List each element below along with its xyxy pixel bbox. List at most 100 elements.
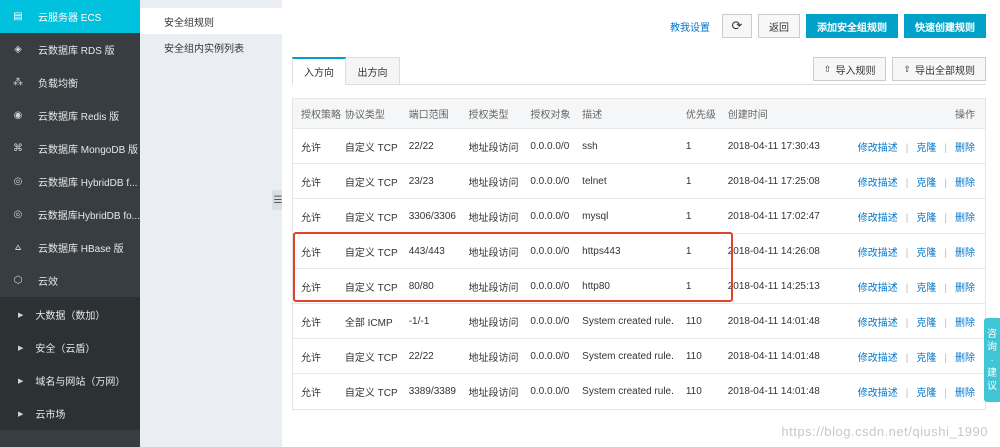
import-rules-button[interactable]: ⇧ 导入规则	[812, 57, 887, 81]
tab-inbound[interactable]: 入方向	[292, 57, 346, 85]
edit-description-link[interactable]: 修改描述	[858, 388, 898, 399]
cell-created: 2018-04-11 14:01:48	[727, 350, 820, 362]
clone-link[interactable]: 克隆	[916, 248, 936, 259]
delete-link[interactable]: 删除	[955, 213, 975, 224]
feedback-float-tab[interactable]: 咨询 · 建议	[984, 318, 1000, 402]
sidebar-item[interactable]: ⬡ 云效	[0, 264, 140, 297]
delete-link[interactable]: 删除	[955, 353, 975, 364]
refresh-icon: ⟳	[731, 18, 743, 33]
table-row: 允许 自定义 TCP 3306/3306 地址段访问 0.0.0.0/0 mysql 1 20…	[293, 199, 985, 234]
refresh-button[interactable]: ⟳	[722, 14, 752, 38]
sidebar-group-label: 大数据（数加）	[35, 311, 106, 322]
edit-description-link[interactable]: 修改描述	[858, 178, 898, 189]
cell-auth-type: 地址段访问	[468, 247, 519, 259]
quick-create-rule-button[interactable]: 快速创建规则	[904, 14, 986, 38]
clone-link[interactable]: 克隆	[916, 178, 936, 189]
delete-link[interactable]: 删除	[955, 318, 975, 329]
subnav-item[interactable]: 安全组内实例列表	[140, 34, 282, 60]
cell-protocol: 自定义 TCP	[344, 177, 398, 189]
sidebar-item[interactable]: ▤ 云服务器 ECS	[0, 0, 140, 33]
row-actions: 修改描述 | 克隆 | 删除	[847, 384, 985, 399]
delete-link[interactable]: 删除	[955, 178, 975, 189]
action-separator: |	[944, 142, 947, 154]
table-row: 允许 全部 ICMP -1/-1 地址段访问 0.0.0.0/0 System creat…	[293, 304, 985, 339]
cell-target: 0.0.0.0/0	[530, 245, 570, 257]
cell-auth-type: 地址段访问	[468, 352, 519, 364]
sidebar-item[interactable]: ⁂ 负载均衡	[0, 66, 140, 99]
add-rule-button[interactable]: 添加安全组规则	[806, 14, 898, 38]
column-header: 操作	[955, 110, 975, 121]
subnav-item[interactable]: 安全组规则	[140, 8, 282, 34]
sidebar-group[interactable]: ▶ 云市场	[0, 397, 140, 430]
feedback-char: 咨	[987, 328, 997, 340]
delete-link[interactable]: 删除	[955, 248, 975, 259]
mongodb-icon: ⌘	[13, 143, 23, 154]
cell-port: 3306/3306	[408, 210, 456, 222]
clone-link[interactable]: 克隆	[916, 318, 936, 329]
cell-auth-type: 地址段访问	[468, 212, 519, 224]
cell-policy: 允许	[301, 352, 321, 364]
sidebar-group[interactable]: ▶ 域名与网站（万网）	[0, 364, 140, 397]
action-separator: |	[905, 247, 909, 259]
cell-protocol: 自定义 TCP	[344, 352, 398, 364]
caret-right-icon: ▶	[18, 311, 24, 319]
edit-description-link[interactable]: 修改描述	[858, 318, 898, 329]
cell-target: 0.0.0.0/0	[530, 140, 570, 152]
cell-target: 0.0.0.0/0	[530, 175, 570, 187]
table-row: 允许 自定义 TCP 3389/3389 地址段访问 0.0.0.0/0 System c…	[293, 374, 985, 409]
hybriddb-icon: ◎	[13, 176, 23, 187]
sidebar-item-label: 云效	[38, 277, 58, 288]
sidebar-group[interactable]: ▶ 大数据（数加）	[0, 298, 140, 331]
upload-icon: ⇧	[823, 63, 832, 74]
sidebar-group-label: 云市场	[35, 410, 66, 421]
clone-link[interactable]: 克隆	[916, 283, 936, 294]
tab-outbound[interactable]: 出方向	[346, 57, 400, 85]
sidebar-group-label: 安全（云盾）	[35, 344, 96, 355]
sidebar-item[interactable]: ◈ 云数据库 RDS 版	[0, 33, 140, 66]
tab-actions: ⇧ 导入规则 ⇧ 导出全部规则	[812, 57, 986, 81]
sidebar-group[interactable]: ▶ 安全（云盾）	[0, 331, 140, 364]
cell-protocol: 自定义 TCP	[344, 388, 398, 399]
table-row: 允许 自定义 TCP 80/80 地址段访问 0.0.0.0/0 http80 1 2018-…	[293, 269, 985, 304]
action-separator: |	[944, 177, 947, 189]
sidebar-item[interactable]: ⩟ 云数据库 HBase 版	[0, 231, 140, 264]
clone-link[interactable]: 克隆	[916, 388, 936, 399]
tutorial-link[interactable]: 教我设置	[670, 19, 710, 34]
feedback-char: 询	[987, 341, 997, 353]
edit-description-link[interactable]: 修改描述	[858, 248, 898, 259]
hbase-icon: ⩟	[14, 242, 22, 253]
sidebar-item[interactable]: ◎ 云数据库 HybridDB f...	[0, 165, 140, 198]
redis-icon: ◉	[13, 110, 23, 121]
clone-link[interactable]: 克隆	[916, 213, 936, 224]
delete-link[interactable]: 删除	[955, 283, 975, 294]
rules-table: 授权策略 协议类型 端口范围 授权类型 授权对象 描述 优先级 创建时间 操作 允许 自定义 TCP…	[292, 98, 986, 410]
cell-protocol: 自定义 TCP	[344, 212, 398, 224]
cell-protocol: 自定义 TCP	[344, 142, 398, 154]
export-rules-button[interactable]: ⇧ 导出全部规则	[892, 57, 986, 81]
sidebar-item[interactable]: ◉ 云数据库 Redis 版	[0, 99, 140, 132]
cell-desc: System created rule.	[582, 386, 674, 397]
cell-desc: System created rule.	[582, 315, 674, 327]
edit-description-link[interactable]: 修改描述	[858, 353, 898, 364]
action-separator: |	[905, 177, 909, 189]
feedback-char: 建	[987, 367, 997, 379]
edit-description-link[interactable]: 修改描述	[858, 283, 898, 294]
cell-protocol: 自定义 TCP	[344, 247, 398, 259]
row-actions: 修改描述 | 克隆 | 删除	[847, 244, 985, 259]
sidebar-item[interactable]: ⌘ 云数据库 MongoDB 版	[0, 132, 140, 165]
edit-description-link[interactable]: 修改描述	[858, 213, 898, 224]
sidebar-item[interactable]: ◎ 云数据库HybridDB fo...	[0, 198, 141, 231]
cell-created: 2018-04-11 17:25:08	[727, 175, 820, 187]
cell-priority: 110	[685, 386, 702, 397]
back-button[interactable]: 返回	[758, 14, 800, 38]
clone-link[interactable]: 克隆	[916, 353, 936, 364]
clone-link[interactable]: 克隆	[916, 143, 936, 154]
cell-desc: ssh	[582, 140, 598, 152]
action-separator: |	[905, 388, 909, 399]
cell-port: 22/22	[408, 140, 434, 152]
cell-port: 23/23	[408, 175, 434, 187]
delete-link[interactable]: 删除	[955, 388, 975, 399]
edit-description-link[interactable]: 修改描述	[858, 143, 898, 154]
row-actions: 修改描述 | 克隆 | 删除	[847, 209, 985, 224]
delete-link[interactable]: 删除	[955, 143, 975, 154]
